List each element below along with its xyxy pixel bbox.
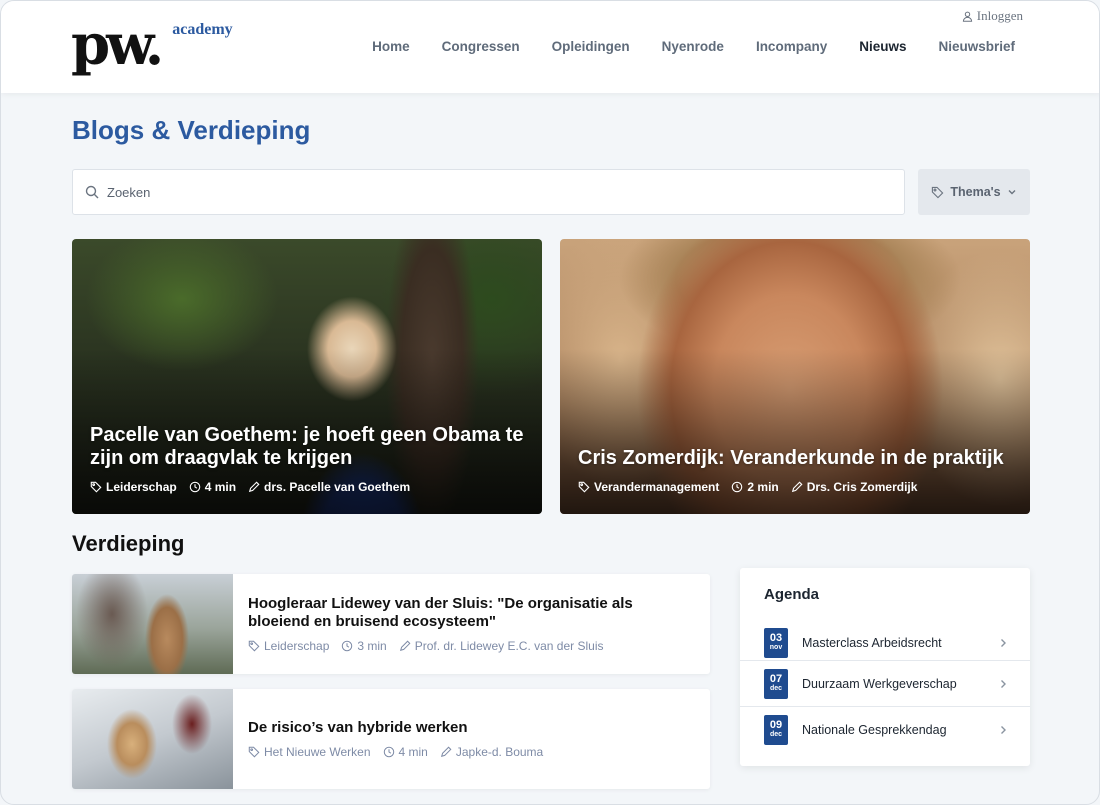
date-month: dec xyxy=(769,684,783,692)
meta-author[interactable]: Japke-d. Bouma xyxy=(440,745,543,759)
nav-nieuws[interactable]: Nieuws xyxy=(859,39,906,54)
meta-time: 3 min xyxy=(341,639,387,653)
meta-author[interactable]: Prof. dr. Lidewey E.C. van der Sluis xyxy=(399,639,604,653)
search-icon xyxy=(85,185,99,199)
meta-tag-label: Leiderschap xyxy=(106,480,177,494)
meta-tag-label: Verandermanagement xyxy=(594,480,720,494)
featured-meta: Verandermanagement 2 min Drs. Cris Zomer… xyxy=(578,480,917,494)
date-badge: 07 dec xyxy=(764,668,788,699)
article-card[interactable]: De risico’s van hybride werken Het Nieuw… xyxy=(72,689,710,789)
date-day: 09 xyxy=(769,718,783,731)
nav-opleidingen[interactable]: Opleidingen xyxy=(552,39,630,54)
agenda-item[interactable]: 09 dec Nationale Gesprekkendag xyxy=(740,706,1030,752)
site-logo[interactable]: pw. academy xyxy=(71,15,233,75)
pencil-icon xyxy=(791,481,803,493)
featured-meta: Leiderschap 4 min drs. Pacelle van Goeth… xyxy=(90,480,410,494)
meta-time-label: 4 min xyxy=(204,480,237,494)
article-title[interactable]: Hoogleraar Lidewey van der Sluis: "De or… xyxy=(248,595,690,631)
meta-author[interactable]: Drs. Cris Zomerdijk xyxy=(791,480,918,494)
featured-title[interactable]: Cris Zomerdijk: Veranderkunde in de prak… xyxy=(578,447,1012,470)
meta-tag-label: Leiderschap xyxy=(264,639,330,653)
agenda-item-label: Masterclass Arbeidsrecht xyxy=(802,636,942,650)
tag-icon xyxy=(90,481,102,493)
meta-tag[interactable]: Leiderschap xyxy=(248,639,329,653)
clock-icon xyxy=(383,746,394,758)
chevron-right-icon xyxy=(1001,679,1006,688)
tag-icon xyxy=(932,186,944,198)
chevron-right-icon xyxy=(1001,639,1006,647)
site-header: pw. academy Inloggen Home Congressen Opl… xyxy=(1,1,1099,93)
chevron-right-icon xyxy=(1001,725,1006,734)
chevron-down-icon xyxy=(1008,190,1016,195)
featured-card[interactable]: Pacelle van Goethem: je hoeft geen Obama… xyxy=(72,239,542,514)
pencil-icon xyxy=(440,746,452,758)
nav-congressen[interactable]: Congressen xyxy=(442,39,520,54)
themes-dropdown[interactable]: Thema's xyxy=(918,169,1030,215)
logo-subtitle: academy xyxy=(172,21,233,38)
date-month: dec xyxy=(769,730,783,738)
login-label: Inloggen xyxy=(976,8,1023,23)
article-meta: Het Nieuwe Werken 4 min Japke-d. Bouma xyxy=(248,745,690,759)
date-day: 07 xyxy=(769,672,783,685)
agenda-item[interactable]: 07 dec Duurzaam Werkgeverschap xyxy=(740,660,1030,706)
meta-time: 4 min xyxy=(189,480,236,494)
search-box[interactable] xyxy=(72,169,905,215)
meta-author-label: Drs. Cris Zomerdijk xyxy=(806,480,918,494)
date-badge: 03 nov xyxy=(764,628,788,658)
article-card[interactable]: Hoogleraar Lidewey van der Sluis: "De or… xyxy=(72,574,710,674)
meta-author-label: Japke-d. Bouma xyxy=(455,745,544,759)
agenda-item-label: Duurzaam Werkgeverschap xyxy=(802,676,957,691)
user-icon xyxy=(962,11,972,22)
featured-title[interactable]: Pacelle van Goethem: je hoeft geen Obama… xyxy=(90,424,524,470)
login-link[interactable]: Inloggen xyxy=(962,8,1023,24)
clock-icon xyxy=(189,481,200,493)
agenda-panel: Agenda 03 nov Masterclass Arbeidsrecht 0… xyxy=(740,568,1030,766)
date-day: 03 xyxy=(769,632,783,644)
meta-author-label: drs. Pacelle van Goethem xyxy=(264,480,411,494)
nav-incompany[interactable]: Incompany xyxy=(756,39,827,54)
clock-icon xyxy=(342,640,353,652)
article-meta: Leiderschap 3 min Prof. dr. Lidewey E.C.… xyxy=(248,639,690,653)
tag-icon xyxy=(248,640,260,652)
meta-author-label: Prof. dr. Lidewey E.C. van der Sluis xyxy=(414,639,604,653)
browser-page: pw. academy Inloggen Home Congressen Opl… xyxy=(0,0,1100,805)
pencil-icon xyxy=(248,481,260,493)
tag-icon xyxy=(578,481,590,493)
article-thumbnail[interactable] xyxy=(72,689,233,789)
meta-author[interactable]: drs. Pacelle van Goethem xyxy=(248,480,410,494)
agenda-item-label: Nationale Gesprekkendag xyxy=(802,722,947,737)
meta-time-label: 2 min xyxy=(747,480,779,494)
clock-icon xyxy=(732,481,743,493)
meta-tag-label: Het Nieuwe Werken xyxy=(264,745,371,759)
nav-nyenrode[interactable]: Nyenrode xyxy=(662,39,724,54)
themes-label: Thema's xyxy=(950,185,1001,199)
pencil-icon xyxy=(399,640,411,652)
main-nav: Home Congressen Opleidingen Nyenrode Inc… xyxy=(372,39,1015,54)
date-badge: 09 dec xyxy=(764,714,788,745)
page-title: Blogs & Verdieping xyxy=(72,115,311,145)
logo-mark: pw. xyxy=(71,12,164,78)
article-thumbnail[interactable] xyxy=(72,574,233,674)
featured-card[interactable]: Cris Zomerdijk: Veranderkunde in de prak… xyxy=(560,239,1030,514)
meta-time: 2 min xyxy=(731,480,779,494)
agenda-title: Agenda xyxy=(764,586,820,603)
date-month: nov xyxy=(769,644,783,651)
meta-time: 4 min xyxy=(383,745,428,759)
article-title[interactable]: De risico’s van hybride werken xyxy=(248,719,690,737)
meta-time-label: 3 min xyxy=(357,639,387,653)
tag-icon xyxy=(248,746,260,758)
meta-time-label: 4 min xyxy=(398,745,428,759)
nav-nieuwsbrief[interactable]: Nieuwsbrief xyxy=(938,39,1015,54)
search-input[interactable] xyxy=(107,184,867,200)
section-title: Verdieping xyxy=(72,531,185,556)
meta-tag[interactable]: Verandermanagement xyxy=(578,480,719,494)
meta-tag[interactable]: Leiderschap xyxy=(90,480,177,494)
nav-home[interactable]: Home xyxy=(372,39,410,54)
meta-tag[interactable]: Het Nieuwe Werken xyxy=(248,745,371,759)
